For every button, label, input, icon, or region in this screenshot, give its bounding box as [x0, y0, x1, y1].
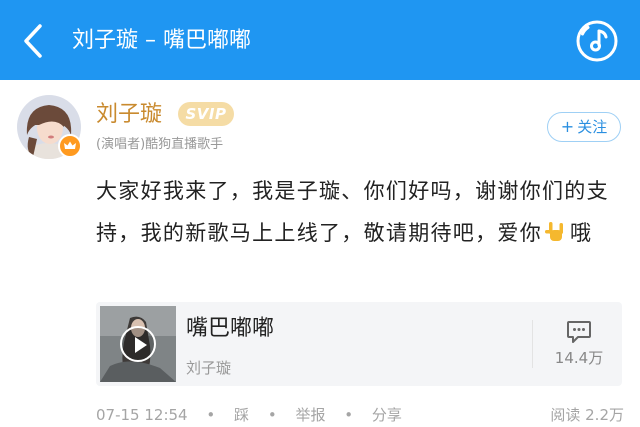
read-count: 阅读 2.2万	[550, 406, 624, 424]
post-text-main: 大家好我来了，我是子璇、你们好吗，谢谢你们的支持，我的新歌马上上线了，敬请期待吧…	[96, 179, 609, 245]
song-artist[interactable]: 刘子璇	[186, 358, 231, 378]
play-button[interactable]	[120, 326, 156, 362]
separator-dot: •	[267, 406, 277, 424]
hand-icon	[545, 222, 563, 241]
song-title[interactable]: 嘴巴嘟嘟	[186, 314, 274, 344]
plus-icon: +	[560, 117, 575, 136]
verified-badge	[58, 134, 82, 158]
back-button[interactable]	[14, 20, 54, 62]
comment-count[interactable]: 14.4万	[544, 348, 614, 368]
dislike-button[interactable]: 踩	[234, 404, 249, 426]
music-note-icon	[576, 20, 618, 62]
report-button[interactable]: 举报	[295, 404, 325, 426]
svip-badge: SVIP	[178, 102, 234, 126]
love-you-hand-emoji	[544, 216, 568, 241]
post-text: 大家好我来了，我是子璇、你们好吗，谢谢你们的支持，我的新歌马上上线了，敬请期待吧…	[96, 170, 626, 254]
divider	[532, 320, 533, 368]
post-text-end: 哦	[570, 221, 593, 245]
user-name[interactable]: 刘子璇	[96, 100, 162, 130]
comment-icon[interactable]	[566, 320, 592, 344]
music-player-button[interactable]	[574, 18, 620, 64]
song-cover[interactable]	[100, 306, 176, 382]
top-bar: 刘子璇 – 嘴巴嘟嘟	[0, 0, 640, 80]
song-card[interactable]: 嘴巴嘟嘟 刘子璇 14.4万	[96, 302, 622, 386]
share-button[interactable]: 分享	[372, 404, 402, 426]
chevron-left-icon	[24, 24, 42, 58]
follow-button[interactable]: + 关注	[547, 112, 621, 142]
post-footer: 07-15 12:54 • 踩 • 举报 • 分享	[96, 404, 402, 426]
crown-icon	[64, 141, 76, 149]
post-timestamp: 07-15 12:54	[96, 406, 188, 424]
page-title: 刘子璇 – 嘴巴嘟嘟	[72, 28, 251, 53]
speech-bubble-icon	[567, 321, 591, 343]
separator-dot: •	[206, 406, 216, 424]
separator-dot: •	[344, 406, 354, 424]
follow-label: 关注	[577, 118, 608, 136]
user-subtitle: (演唱者)酷狗直播歌手	[96, 137, 224, 152]
